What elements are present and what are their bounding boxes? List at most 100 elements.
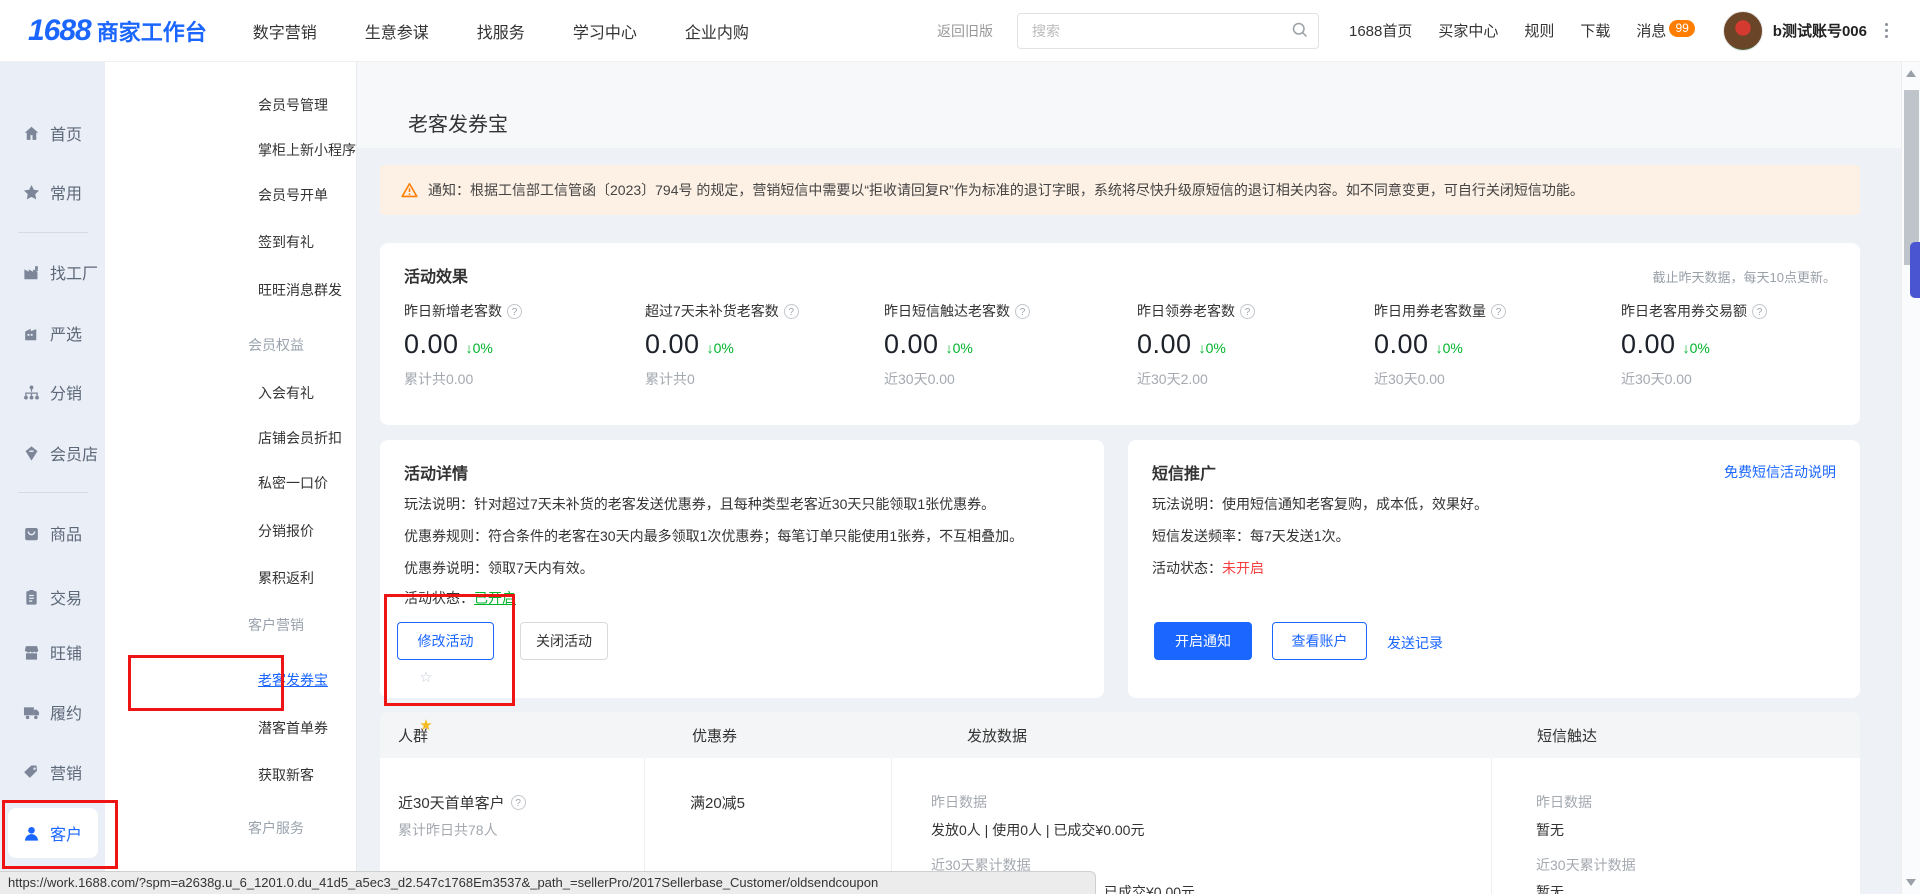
scrollbar-down-arrow-icon[interactable]	[1906, 879, 1916, 886]
username[interactable]: b测试账号006	[1773, 20, 1867, 41]
star-outline-icon[interactable]: ☆	[417, 668, 435, 688]
activity-effect-card: 活动效果 截止昨天数据，每天10点更新。 昨日新增老客数? 0.00↓0% 累计…	[380, 243, 1860, 425]
column-divider	[1491, 758, 1492, 894]
submenu-private-price[interactable]: 私密一口价	[258, 473, 328, 493]
scrollbar-thumb[interactable]	[1904, 90, 1919, 265]
submenu-acquire-new-customers[interactable]: 获取新客	[258, 765, 314, 785]
sms-data-yesterday: 暂无	[1536, 820, 1564, 840]
scrollbar-up-arrow-icon[interactable]	[1906, 70, 1916, 77]
submenu-store-member-discount[interactable]: 店铺会员折扣	[258, 428, 342, 448]
stat-new-old-customers: 昨日新增老客数? 0.00↓0% 累计共0.00	[404, 301, 522, 389]
help-icon[interactable]: ?	[784, 304, 799, 319]
bag-icon	[22, 524, 41, 543]
link-1688-home[interactable]: 1688首页	[1349, 20, 1412, 41]
sms-label-30days: 近30天累计数据	[1536, 855, 1636, 875]
factory-icon	[22, 263, 41, 282]
rail-item-find-factory[interactable]: 找工厂	[0, 253, 105, 291]
building-icon	[22, 324, 41, 343]
top-header: 1688 商家工作台 数字营销 生意参谋 找服务 学习中心 企业内购 返回旧版 …	[0, 0, 1920, 62]
rail-item-fulfillment[interactable]: 履约	[0, 693, 105, 731]
help-icon[interactable]: ?	[1240, 304, 1255, 319]
star-icon	[22, 183, 41, 202]
detail-status-line: 活动状态：已开启	[404, 588, 516, 608]
nav-business-advisor[interactable]: 生意参谋	[365, 19, 429, 43]
rail-item-member-store[interactable]: 会员店	[0, 434, 105, 472]
stat-over-7days-no-restock: 超过7天未补货老客数? 0.00↓0% 累计共0	[645, 301, 799, 389]
link-rules[interactable]: 规则	[1524, 20, 1554, 41]
notice-text: 通知：根据工信部工信管函〔2023〕794号 的规定，营销短信中需要以“拒收请回…	[428, 180, 1584, 200]
sms-card-title: 短信推广	[1152, 460, 1216, 484]
rail-item-customers[interactable]: 客户	[8, 808, 98, 858]
logo-1688: 1688	[28, 14, 91, 48]
app-logo[interactable]: 1688 商家工作台	[28, 14, 207, 48]
stat-value: 0.00	[884, 329, 939, 360]
view-account-button[interactable]: 查看账户	[1272, 622, 1367, 660]
rail-item-home[interactable]: 首页	[0, 114, 105, 152]
effect-card-title: 活动效果	[404, 263, 468, 287]
back-to-old-version-link[interactable]: 返回旧版	[937, 21, 993, 41]
title-strip	[356, 62, 1902, 148]
submenu-prospect-first-order-coupon[interactable]: 潜客首单券	[258, 718, 328, 738]
submenu-shopkeeper-mini-program[interactable]: 掌柜上新小程序	[258, 140, 356, 160]
modify-activity-button[interactable]: 修改活动	[397, 622, 494, 660]
stat-coupon-claimed: 昨日领券老客数? 0.00↓0% 近30天2.00	[1137, 301, 1255, 389]
link-buyer-center[interactable]: 买家中心	[1438, 20, 1498, 41]
rail-item-trade[interactable]: 交易	[0, 578, 105, 616]
search-icon[interactable]	[1290, 20, 1310, 43]
nav-learning-center[interactable]: 学习中心	[573, 19, 637, 43]
help-icon[interactable]: ?	[511, 795, 526, 810]
submenu-join-gift[interactable]: 入会有礼	[258, 383, 314, 403]
activity-detail-card: 活动详情 玩法说明：针对超过7天未补货的老客发送优惠券，且每种类型老客近30天只…	[380, 440, 1104, 698]
rail-item-products[interactable]: 商品	[0, 514, 105, 552]
free-sms-help-link[interactable]: 免费短信活动说明	[1724, 462, 1836, 482]
rail-item-favorites[interactable]: 常用	[0, 173, 105, 211]
submenu-member-ordering[interactable]: 会员号开单	[258, 185, 328, 205]
user-avatar[interactable]	[1723, 11, 1763, 51]
nav-find-services[interactable]: 找服务	[477, 19, 525, 43]
col-header-coupon: 优惠券	[692, 725, 737, 746]
more-menu-icon[interactable]	[1881, 19, 1892, 42]
scrollbar-track[interactable]	[1901, 62, 1920, 894]
nav-enterprise-purchase[interactable]: 企业内购	[685, 19, 749, 43]
send-records-link[interactable]: 发送记录	[1387, 633, 1443, 653]
side-floating-tab[interactable]	[1910, 242, 1920, 298]
rail-item-marketing[interactable]: 营销	[0, 753, 105, 791]
stat-value: 0.00	[404, 329, 459, 360]
stat-sub: 近30天0.00	[1621, 369, 1767, 389]
crowd-sub-cell: 累计昨日共78人	[398, 820, 498, 840]
submenu-old-customer-coupon[interactable]: 老客发券宝	[258, 670, 328, 690]
coupon-cell: 满20减5	[690, 792, 745, 813]
status-enabled: 已开启	[474, 590, 516, 606]
close-activity-button[interactable]: 关闭活动	[520, 622, 608, 660]
diamond-icon	[22, 444, 41, 463]
help-icon[interactable]: ?	[507, 304, 522, 319]
link-messages[interactable]: 消息99	[1636, 20, 1694, 41]
open-notification-button[interactable]: 开启通知	[1154, 622, 1252, 660]
stat-sub: 累计共0.00	[404, 369, 522, 389]
send-label-yesterday: 昨日数据	[931, 792, 987, 812]
link-download[interactable]: 下载	[1580, 20, 1610, 41]
rail-item-shop[interactable]: 旺铺	[0, 633, 105, 671]
stat-sub: 近30天2.00	[1137, 369, 1255, 389]
submenu-section-customer-marketing: 客户营销	[248, 615, 304, 635]
stat-coupon-transaction-amount: 昨日老客用券交易额? 0.00↓0% 近30天0.00	[1621, 301, 1767, 389]
search-input[interactable]	[1030, 15, 1284, 47]
star-filled-icon[interactable]: ★	[417, 716, 435, 736]
help-icon[interactable]: ?	[1015, 304, 1030, 319]
rail-item-strict-selection[interactable]: 严选	[0, 314, 105, 352]
rail-item-distribution[interactable]: 分销	[0, 373, 105, 411]
help-icon[interactable]: ?	[1752, 304, 1767, 319]
submenu-wangwang-broadcast[interactable]: 旺旺消息群发	[258, 280, 342, 300]
submenu-distribution-quote[interactable]: 分销报价	[258, 521, 314, 541]
submenu-member-account-mgmt[interactable]: 会员号管理	[258, 95, 328, 115]
table-header-row: 人群 优惠券 发放数据 短信触达	[380, 712, 1860, 758]
help-icon[interactable]: ?	[1491, 304, 1506, 319]
submenu-checkin-gift[interactable]: 签到有礼	[258, 232, 314, 252]
sms-gameplay-line: 玩法说明：使用短信通知老客复购，成本低，效果好。	[1152, 494, 1488, 514]
tags-icon	[22, 763, 41, 782]
nav-digital-marketing[interactable]: 数字营销	[253, 19, 317, 43]
shop-icon	[22, 643, 41, 662]
truck-icon	[22, 703, 41, 722]
search-box	[1017, 13, 1319, 49]
submenu-cumulative-rebate[interactable]: 累积返利	[258, 568, 314, 588]
